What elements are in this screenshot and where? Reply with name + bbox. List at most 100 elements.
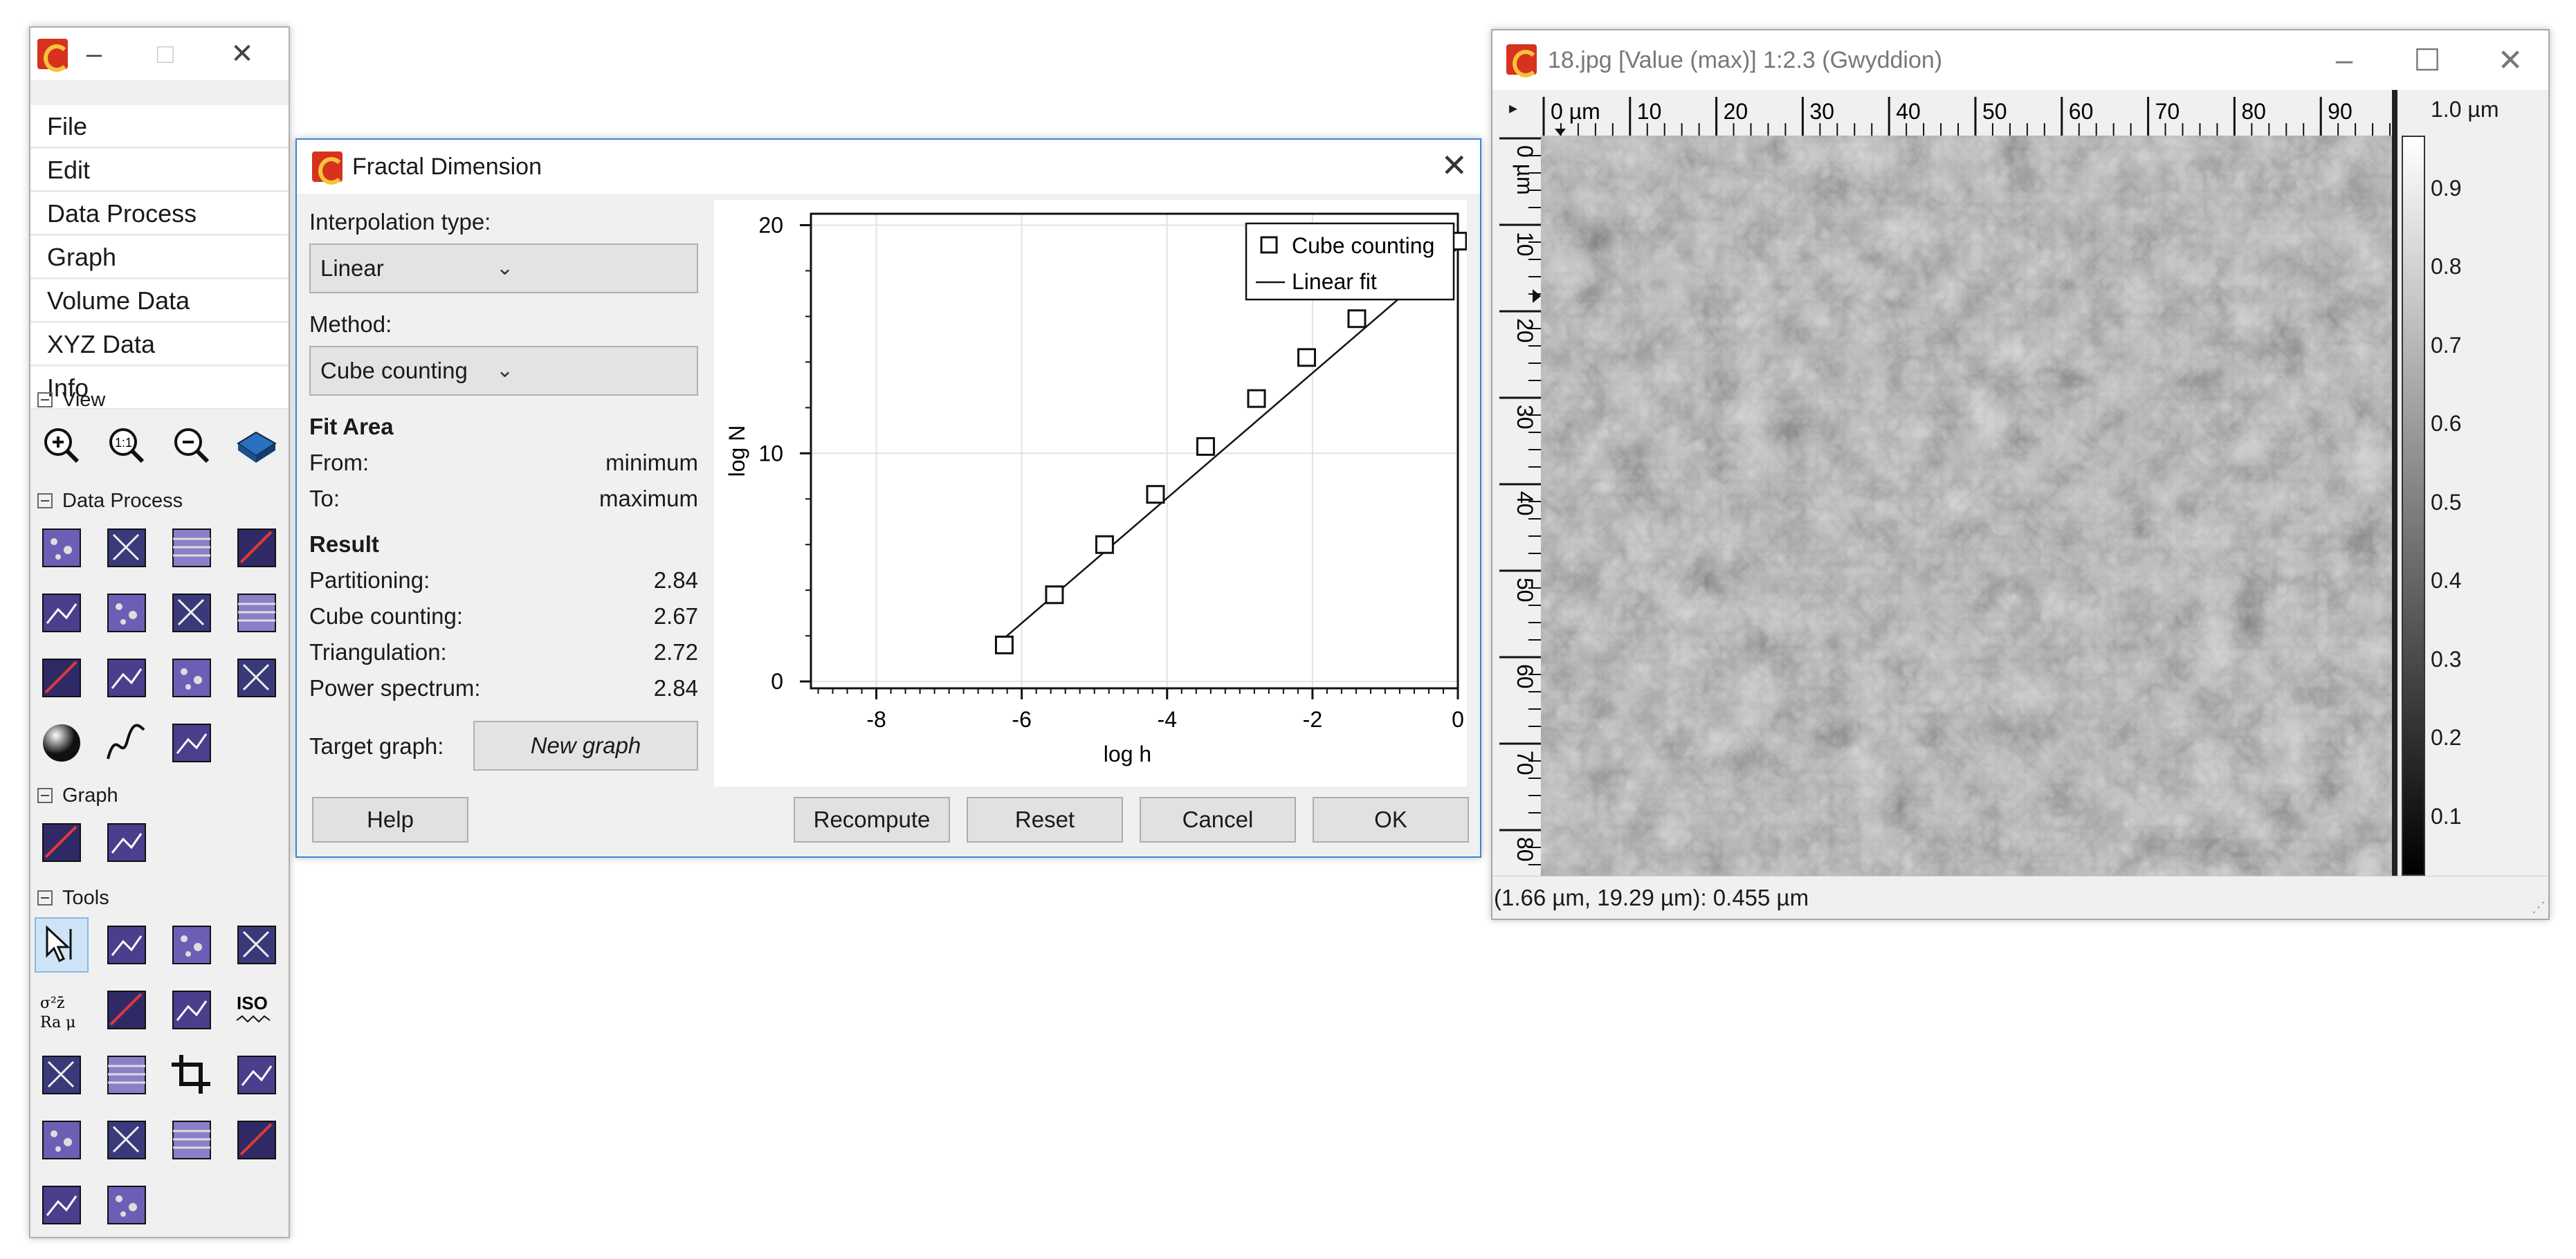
plot-svg: -8 -6 -4 -2 0 0 10 20 log h log N Cube counting Lin… xyxy=(724,212,1468,766)
close-icon[interactable]: ✕ xyxy=(1441,147,1468,184)
spectro-icon xyxy=(237,926,276,964)
scale-label: 0.2 xyxy=(2431,725,2462,750)
collapse-icon[interactable] xyxy=(37,890,53,906)
dialog-titlebar[interactable]: Fractal Dimension ✕ xyxy=(297,140,1480,194)
section-view[interactable]: View xyxy=(37,387,105,412)
iso-button[interactable]: ISO xyxy=(230,982,284,1038)
spectro-button[interactable] xyxy=(230,917,284,973)
distribution-button[interactable] xyxy=(165,982,219,1038)
row-align-icon xyxy=(237,594,276,632)
close-icon[interactable]: ✕ xyxy=(2472,30,2548,90)
scale-label: 0.7 xyxy=(2431,332,2462,358)
menu-edit[interactable]: Edit xyxy=(30,149,289,192)
resize-grip-icon[interactable]: ⋰ xyxy=(2532,899,2546,916)
profile-button[interactable] xyxy=(165,917,219,973)
section-graph[interactable]: Graph xyxy=(37,783,118,808)
arithmetic-button[interactable] xyxy=(230,520,284,576)
selection-icon xyxy=(172,1121,211,1159)
method-select[interactable]: Cube counting ⌄ xyxy=(309,346,698,396)
3d-view-button[interactable] xyxy=(230,418,284,473)
graph-fit-button[interactable] xyxy=(35,815,89,870)
statistics-button[interactable]: σ²z̄ Ra μ xyxy=(35,982,89,1038)
graph-function-button[interactable] xyxy=(100,815,154,870)
toolbox-titlebar[interactable]: – □ ✕ xyxy=(30,28,289,80)
zoom-1-1-button[interactable]: 1:1 xyxy=(100,418,154,473)
target-graph-select[interactable]: New graph xyxy=(473,721,698,771)
collapse-icon[interactable] xyxy=(37,493,53,508)
curve-button[interactable] xyxy=(100,715,154,771)
image-window-titlebar[interactable]: 18.jpg [Value (max)] 1:2.3 (Gwyddion) – … xyxy=(1492,30,2548,90)
menu-data-process[interactable]: Data Process xyxy=(30,192,289,235)
profile-fft-button[interactable] xyxy=(230,650,284,706)
grain-remove-button[interactable] xyxy=(35,1112,89,1168)
section-data-process-label: Data Process xyxy=(62,490,183,512)
mask-editor-button[interactable] xyxy=(100,1112,154,1168)
legend-marker-square xyxy=(1260,236,1278,254)
section-data-process[interactable]: Data Process xyxy=(37,488,183,513)
color-range-button[interactable] xyxy=(230,1112,284,1168)
sem-image[interactable] xyxy=(1541,136,2397,876)
row-align-button[interactable] xyxy=(230,585,284,641)
line-correct-button[interactable] xyxy=(100,1047,154,1103)
selection-button[interactable] xyxy=(165,1112,219,1168)
ruler-menu-arrow-icon[interactable]: ▸ xyxy=(1509,98,1517,118)
minimize-icon[interactable]: – xyxy=(73,28,115,80)
pointer-button[interactable] xyxy=(35,917,89,973)
help-button[interactable]: Help xyxy=(312,797,468,843)
zoom-in-button[interactable] xyxy=(35,418,89,473)
watershed-icon xyxy=(107,659,146,697)
top-ruler-label: 70 xyxy=(2155,99,2180,124)
data-point xyxy=(1347,309,1367,329)
mask-button[interactable] xyxy=(100,585,154,641)
watershed-button[interactable] xyxy=(100,650,154,706)
gwyddion-logo-icon xyxy=(1506,44,1539,77)
mask-icon xyxy=(107,594,146,632)
result-value: 2.72 xyxy=(653,639,698,665)
scars-button[interactable] xyxy=(165,715,219,771)
color-range-icon xyxy=(237,1121,276,1159)
section-tools[interactable]: Tools xyxy=(37,885,109,910)
crop-resize-button[interactable] xyxy=(165,520,219,576)
lines-button[interactable] xyxy=(165,585,219,641)
sphere-button[interactable] xyxy=(35,715,89,771)
ok-button[interactable]: OK xyxy=(1313,797,1469,843)
remove-spot-button[interactable] xyxy=(230,1047,284,1103)
close-icon[interactable]: ✕ xyxy=(221,28,263,80)
lines-icon xyxy=(172,594,211,632)
roughness-button[interactable] xyxy=(100,982,154,1038)
fractal-plot: -8 -6 -4 -2 0 0 10 20 log h log N Cube counting Lin… xyxy=(714,200,1468,787)
collapse-icon[interactable] xyxy=(37,392,53,407)
maximize-icon[interactable]: ☐ xyxy=(2389,30,2465,90)
line-correct-icon xyxy=(107,1056,146,1094)
minimize-icon[interactable]: – xyxy=(2306,30,2382,90)
menu-volume-data[interactable]: Volume Data xyxy=(30,279,289,322)
menu-file[interactable]: File xyxy=(30,105,289,148)
legend-label: Linear fit xyxy=(1292,269,1377,294)
left-ruler-label: 30 xyxy=(1513,405,1537,430)
spots-icon xyxy=(42,659,81,697)
grains-button[interactable] xyxy=(100,520,154,576)
interpolation-select[interactable]: Linear ⌄ xyxy=(309,243,698,293)
svg-text:ISO: ISO xyxy=(237,993,268,1013)
status-bar: (1.66 µm, 19.29 µm): 0.455 µm ⋰ xyxy=(1492,876,2548,919)
cancel-button[interactable]: Cancel xyxy=(1140,797,1296,843)
ruler-button[interactable] xyxy=(100,917,154,973)
reset-button[interactable]: Reset xyxy=(967,797,1123,843)
menu-xyz-data[interactable]: XYZ Data xyxy=(30,323,289,366)
gradient-button[interactable] xyxy=(35,585,89,641)
crop-resize-icon xyxy=(172,529,211,567)
spots-button[interactable] xyxy=(35,650,89,706)
toolbox-window: – □ ✕ File Edit Data Process Graph Volume Da… xyxy=(29,26,290,1238)
remove-scars-button[interactable] xyxy=(165,650,219,706)
data-point xyxy=(994,635,1014,654)
graph-function-icon xyxy=(107,823,146,862)
triangle-level-button[interactable] xyxy=(35,1047,89,1103)
crop-button[interactable] xyxy=(165,1047,219,1103)
recompute-button[interactable]: Recompute xyxy=(794,797,950,843)
menu-graph[interactable]: Graph xyxy=(30,236,289,279)
level-button[interactable] xyxy=(35,520,89,576)
filter-button[interactable] xyxy=(35,1177,89,1233)
zoom-out-button[interactable] xyxy=(165,418,219,473)
collapse-icon[interactable] xyxy=(37,788,53,803)
spot-remove-button[interactable] xyxy=(100,1177,154,1233)
